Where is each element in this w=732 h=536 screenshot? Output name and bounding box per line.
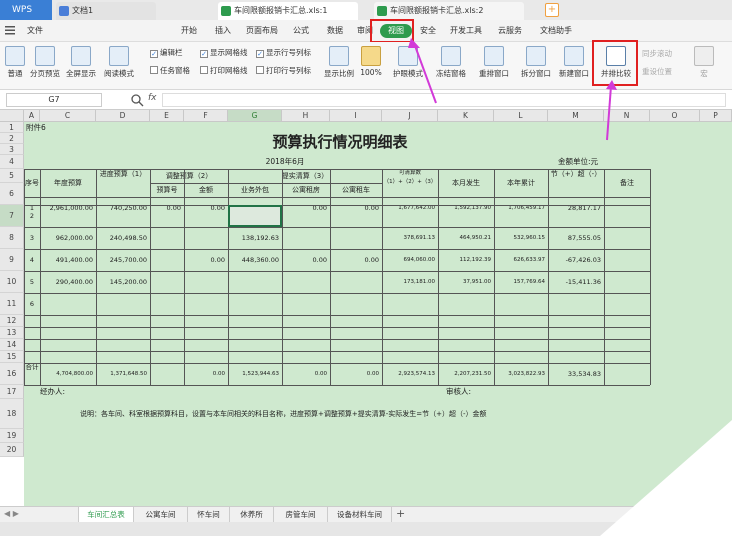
arrow-head-view [408, 38, 420, 48]
annotation-overlay [408, 38, 732, 536]
arrow-to-view [413, 42, 437, 104]
arrow-to-side-by-side [606, 85, 612, 141]
white-corner-shape [600, 420, 732, 536]
arrow-head-side-by-side [606, 80, 617, 90]
